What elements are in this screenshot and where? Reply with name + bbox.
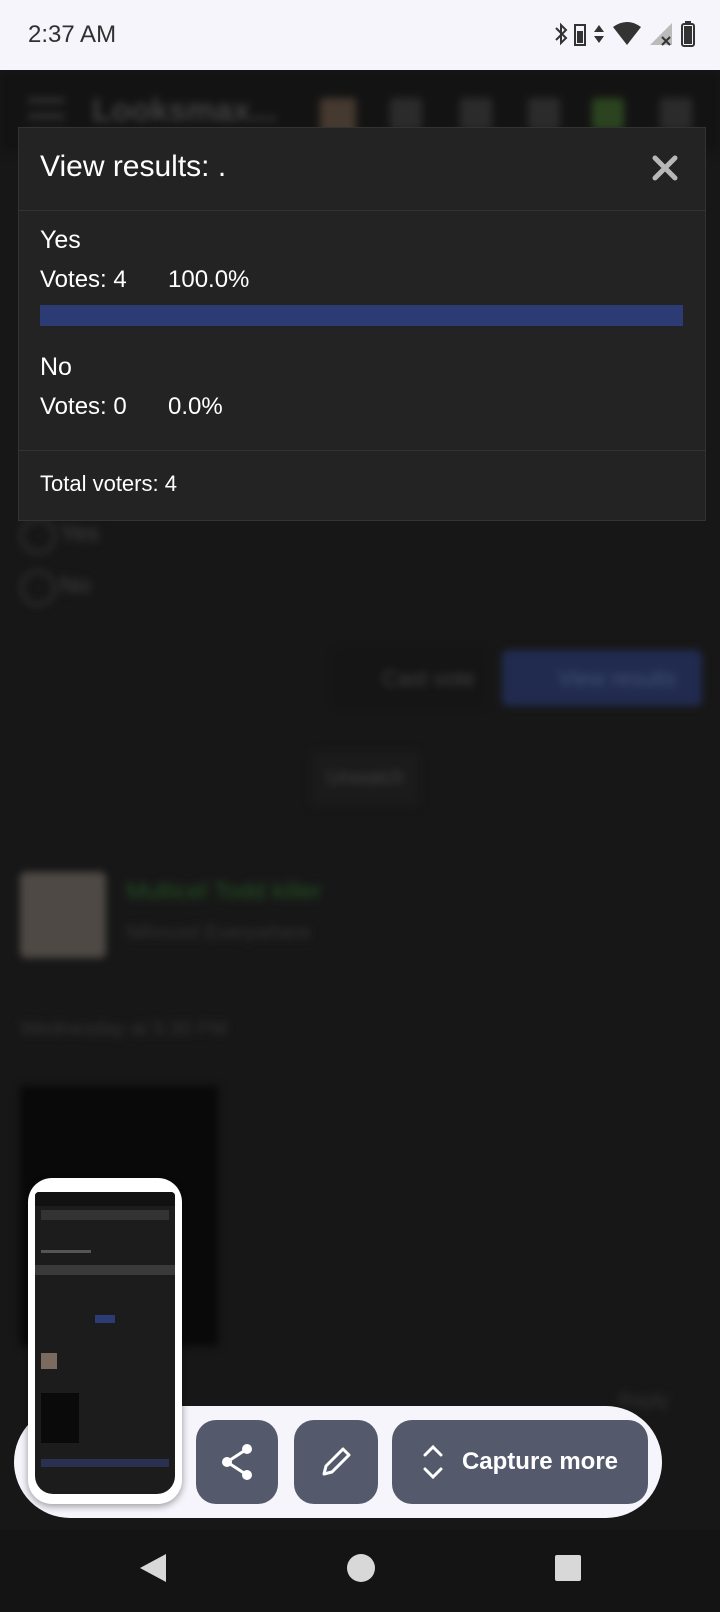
capture-more-button[interactable]: Capture more <box>392 1420 648 1504</box>
option-label: Yes <box>40 226 81 254</box>
share-icon <box>222 1444 252 1480</box>
dialog-title: View results: . <box>40 150 227 183</box>
battery-icon <box>681 21 695 47</box>
result-option-no: No Votes: 0 0.0% <box>40 353 683 453</box>
battery-small-icon <box>574 24 586 46</box>
bluetooth-icon <box>555 22 568 46</box>
signal-icon <box>650 23 672 46</box>
site-logo: Looksmax... <box>92 92 277 128</box>
unwatch-button: Unwatch <box>310 750 420 806</box>
view-results-button: View results <box>502 650 702 706</box>
status-time: 2:37 AM <box>28 21 117 48</box>
pencil-icon <box>322 1447 351 1476</box>
poll-results-dialog: View results: . Yes Votes: 4 100.0% No Vo… <box>18 127 706 521</box>
capture-more-label: Capture more <box>461 1448 619 1475</box>
result-bar <box>40 305 683 326</box>
dialog-footer: Total voters: 4 <box>19 450 705 521</box>
data-arrows-icon <box>594 25 604 43</box>
post-date: Wednesday at 5:30 PM <box>20 1018 228 1040</box>
home-icon[interactable] <box>346 1552 376 1584</box>
result-bar-fill <box>40 305 683 326</box>
radio-no-icon <box>20 570 56 606</box>
author-name: Multicel Todd killer <box>126 878 322 905</box>
option-stats: Votes: 4 100.0% <box>40 266 683 294</box>
cast-vote-button: Cast vote <box>334 650 484 706</box>
total-voters: Total voters: 4 <box>40 471 177 496</box>
share-button[interactable] <box>196 1420 278 1504</box>
search-icon <box>660 98 692 130</box>
bolt-icon <box>528 98 560 130</box>
cast-vote-label: Cast vote <box>382 666 475 691</box>
recents-icon[interactable] <box>554 1552 582 1584</box>
status-bar: 2:37 AM <box>0 0 720 70</box>
option-votes: Votes: 0 <box>40 393 127 420</box>
wifi-icon <box>613 22 641 45</box>
screenshot-thumbnail[interactable] <box>28 1178 182 1504</box>
thumbnail-preview <box>35 1192 175 1494</box>
author-subtitle: Nihrcool Everywhere <box>126 922 311 944</box>
option-label: No <box>40 353 72 381</box>
status-icons <box>554 20 696 48</box>
view-results-label: View results <box>558 666 677 691</box>
option-votes: Votes: 4 <box>40 266 127 293</box>
result-option-yes: Yes Votes: 4 100.0% <box>40 226 683 326</box>
dialog-header: View results: . <box>19 128 705 211</box>
poll-option-no: No <box>60 572 91 599</box>
expand-vertical-icon <box>423 1444 443 1480</box>
chat-icon <box>592 98 624 130</box>
radio-yes-icon <box>20 518 56 554</box>
author-avatar <box>20 872 106 958</box>
edit-button[interactable] <box>294 1420 378 1504</box>
option-percent: 0.0% <box>168 393 223 420</box>
close-icon[interactable] <box>651 154 679 182</box>
navigation-bar <box>0 1530 720 1612</box>
option-stats: Votes: 0 0.0% <box>40 393 683 421</box>
mail-icon <box>390 98 422 130</box>
bell-icon <box>460 98 492 130</box>
back-icon[interactable] <box>138 1552 168 1584</box>
option-percent: 100.0% <box>168 266 250 293</box>
poll-option-yes: Yes <box>60 520 100 547</box>
